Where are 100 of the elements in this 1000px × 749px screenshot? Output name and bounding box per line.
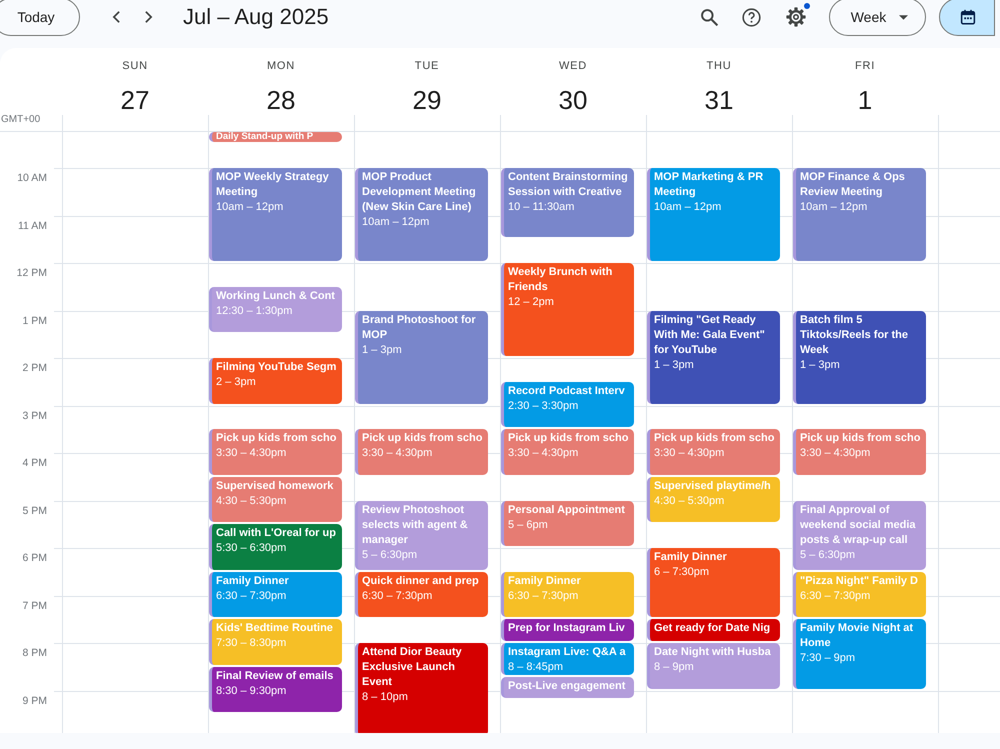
event-time: 10 – 11:30am — [508, 200, 576, 215]
help-icon[interactable] — [740, 6, 762, 28]
event-chip[interactable]: Pick up kids from scho 3:30 – 4:30pm — [501, 429, 634, 475]
event-title: Instagram Live: Q&A a — [508, 645, 627, 660]
timezone-label: GMT+00 — [1, 113, 42, 127]
search-icon[interactable] — [698, 6, 720, 28]
event-time: 3:30 – 4:30pm — [800, 446, 872, 462]
event-time: 3:30 – 4:30pm — [654, 446, 726, 462]
time-label: 12 PM — [16, 266, 48, 280]
event-chip[interactable]: Post-Live engagement — [501, 677, 634, 698]
event-chip[interactable]: Pick up kids from scho 3:30 – 4:30pm — [793, 429, 926, 475]
event-title: Family Dinner — [216, 574, 290, 589]
day-number[interactable]: 1 — [858, 85, 872, 115]
event-title: MOP Finance & Ops Review Meeting — [800, 170, 906, 200]
event-time: 3:30 – 4:30pm — [508, 446, 580, 462]
day-number[interactable]: 30 — [558, 85, 588, 115]
event-time: 6:30 – 7:30pm — [800, 588, 872, 604]
settings-icon[interactable] — [785, 6, 807, 28]
event-chip[interactable]: Filming "Get Ready With Me: Gala Event" for YouTube 1 – 3pm — [647, 310, 780, 404]
event-time: 4:30 – 5:30pm — [216, 494, 288, 509]
event-title: Supervised homework — [216, 478, 334, 494]
event-chip[interactable]: MOP Weekly Strategy Meeting 10am – 12pm — [209, 168, 342, 261]
event-chip[interactable]: Brand Photoshoot for MOP 1 – 3pm — [355, 310, 488, 404]
event-time: 5 – 6pm — [508, 518, 549, 532]
event-chip[interactable]: Prep for Instagram Liv — [501, 619, 634, 641]
event-time: 10am – 12pm — [216, 200, 284, 215]
day-name: WED — [558, 60, 588, 72]
event-chip[interactable]: Personal Appointment 5 – 6pm — [501, 500, 634, 546]
time-label: 3 PM — [22, 408, 48, 422]
event-chip[interactable]: Family Movie Night at Home 7:30 – 9pm — [793, 619, 926, 688]
calendar-view-button[interactable] — [939, 0, 995, 36]
event-title: Personal Appointment — [508, 502, 626, 518]
event-title: Prep for Instagram Liv — [508, 621, 626, 636]
event-chip[interactable]: Record Podcast Interv 2:30 – 3:30pm — [501, 382, 634, 428]
day-number[interactable]: 27 — [120, 85, 150, 115]
event-title: "Pizza Night" Family D — [800, 574, 920, 589]
chevron-left-icon[interactable] — [112, 10, 120, 24]
event-chip[interactable]: MOP Product Development Meeting (New Skin Care Line) 10am – 12pm — [355, 168, 488, 261]
event-chip[interactable]: Working Lunch & Cont 12:30 – 1:30pm — [209, 286, 342, 332]
event-title: Family Dinner — [654, 550, 728, 565]
event-time: 10am – 12pm — [800, 200, 868, 215]
event-title: Pick up kids from scho — [654, 431, 776, 446]
event-time: 2 – 3pm — [216, 375, 257, 390]
event-time: 5 – 6:30pm — [362, 548, 418, 562]
event-time: 3:30 – 4:30pm — [362, 446, 434, 462]
event-title: Review Photoshoot selects with agent & manager — [362, 502, 469, 548]
event-time: 12 – 2pm — [508, 295, 555, 310]
event-chip[interactable]: Filming YouTube Segm 2 – 3pm — [209, 358, 342, 404]
event-chip[interactable]: Attend Dior Beauty Exclusive Launch Event 8 – 10pm — [355, 643, 488, 733]
event-title: Brand Photoshoot for MOP — [362, 312, 477, 342]
event-chip[interactable]: Date Night with Husba 8 – 9pm — [647, 643, 780, 688]
event-title: Supervised playtime/h — [654, 478, 772, 494]
event-chip[interactable]: Call with L'Oreal for up 5:30 – 6:30pm — [209, 524, 342, 570]
event-chip[interactable]: Daily Stand-up with P — [209, 132, 342, 142]
event-chip[interactable]: Pick up kids from scho 3:30 – 4:30pm — [647, 429, 780, 475]
event-title: Family Dinner — [508, 574, 582, 589]
view-dropdown-button[interactable]: Week — [829, 0, 926, 36]
event-time: 1 – 3pm — [654, 358, 695, 372]
event-time: 6:30 – 7:30pm — [508, 588, 580, 604]
event-chip[interactable]: Final Approval of weekend social media posts & wrap-up call 5 – 6:30pm — [793, 500, 926, 570]
event-title: Kids' Bedtime Routine — [216, 621, 334, 636]
event-title: MOP Product Development Meeting (New Skin Care Line) — [362, 170, 477, 215]
event-chip[interactable]: Final Review of emails 8:30 – 9:30pm — [209, 666, 342, 712]
event-title: Final Review of emails — [216, 668, 334, 684]
event-chip[interactable]: Review Photoshoot selects with agent & manager 5 – 6:30pm — [355, 500, 488, 570]
event-chip[interactable]: Instagram Live: Q&A a 8 – 8:45pm — [501, 643, 634, 676]
event-chip[interactable]: Quick dinner and prep 6:30 – 7:30pm — [355, 572, 488, 618]
event-chip[interactable]: Batch film 5 Tiktoks/Reels for the Week 1 – 3pm — [793, 310, 926, 404]
event-title: Date Night with Husba — [654, 645, 772, 660]
event-title: Record Podcast Interv — [508, 384, 626, 399]
event-chip[interactable]: Get ready for Date Nig — [647, 619, 780, 641]
event-title: MOP Marketing & PR Meeting — [654, 170, 764, 200]
day-number[interactable]: 29 — [412, 85, 442, 115]
event-chip[interactable]: MOP Finance & Ops Review Meeting 10am – 12pm — [793, 168, 926, 261]
time-label: 8 PM — [22, 646, 48, 660]
event-chip[interactable]: Pick up kids from scho 3:30 – 4:30pm — [209, 429, 342, 475]
chevron-right-icon[interactable] — [144, 10, 152, 24]
day-number[interactable]: 28 — [266, 85, 296, 115]
event-chip[interactable]: Family Dinner 6:30 – 7:30pm — [209, 572, 342, 618]
event-chip[interactable]: Family Dinner 6 – 7:30pm — [647, 548, 780, 618]
event-time: 1 – 3pm — [800, 358, 841, 372]
event-time: 5 – 6:30pm — [800, 548, 856, 562]
event-time: 7:30 – 9pm — [800, 651, 856, 666]
today-button[interactable]: Today — [0, 0, 80, 36]
event-time: 10am – 12pm — [362, 215, 430, 230]
event-title: Final Approval of weekend social media posts & wrap-up call — [800, 502, 917, 548]
time-label: 2 PM — [22, 361, 48, 375]
event-chip[interactable]: Content Brainstorming Session with Creative 10 – 11:30am — [501, 168, 634, 238]
time-label: 6 PM — [22, 551, 48, 565]
event-chip[interactable]: Weekly Brunch with Friends 12 – 2pm — [501, 263, 634, 356]
day-name: SUN — [122, 60, 148, 72]
day-name: THU — [706, 60, 732, 72]
day-number[interactable]: 31 — [704, 85, 734, 115]
event-chip[interactable]: Pick up kids from scho 3:30 – 4:30pm — [355, 429, 488, 475]
event-time: 12:30 – 1:30pm — [216, 304, 294, 319]
event-time: 6:30 – 7:30pm — [362, 588, 434, 604]
event-chip[interactable]: Supervised homework 4:30 – 5:30pm — [209, 476, 342, 522]
event-chip[interactable]: MOP Marketing & PR Meeting 10am – 12pm — [647, 168, 780, 261]
event-title: Pick up kids from scho — [216, 431, 338, 446]
event-title: MOP Weekly Strategy Meeting — [216, 170, 330, 200]
